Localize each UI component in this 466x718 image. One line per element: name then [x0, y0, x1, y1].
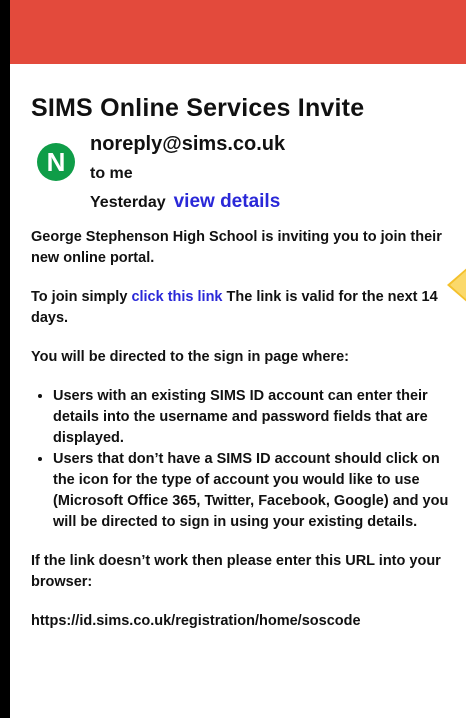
header-bar	[10, 0, 466, 64]
join-prefix: To join simply	[31, 289, 132, 305]
registration-url: https://id.sims.co.uk/registration/home/…	[31, 613, 361, 629]
email-body: George Stephenson High School is invitin…	[31, 227, 451, 632]
paragraph-directed: You will be directed to the sign in page…	[31, 349, 349, 365]
view-details-link[interactable]: view details	[174, 191, 281, 212]
list-item: Users with an existing SIMS ID account c…	[53, 386, 451, 449]
paragraph-intro: George Stephenson High School is invitin…	[31, 229, 442, 266]
pointer-arrow-fill	[450, 270, 466, 300]
email-subject: SIMS Online Services Invite	[31, 94, 365, 122]
email-date: Yesterday	[90, 194, 166, 211]
list-item: Users that don’t have a SIMS ID account …	[53, 449, 451, 533]
paragraph-join: To join simply click this link The link …	[31, 287, 451, 329]
sender-address: noreply@sims.co.uk	[90, 133, 286, 155]
join-link[interactable]: click this link	[131, 289, 222, 305]
recipient-label: to me	[90, 165, 133, 182]
date-row: Yesterday view details	[90, 191, 280, 213]
sender-block: N noreply@sims.co.uk to me Yesterday view…	[31, 133, 451, 223]
email-content: SIMS Online Services Invite N noreply@si…	[31, 94, 451, 650]
instructions-list: Users with an existing SIMS ID account c…	[31, 386, 451, 533]
sender-avatar: N	[37, 143, 75, 181]
paragraph-url-help: If the link doesn’t work then please ent…	[31, 553, 441, 590]
